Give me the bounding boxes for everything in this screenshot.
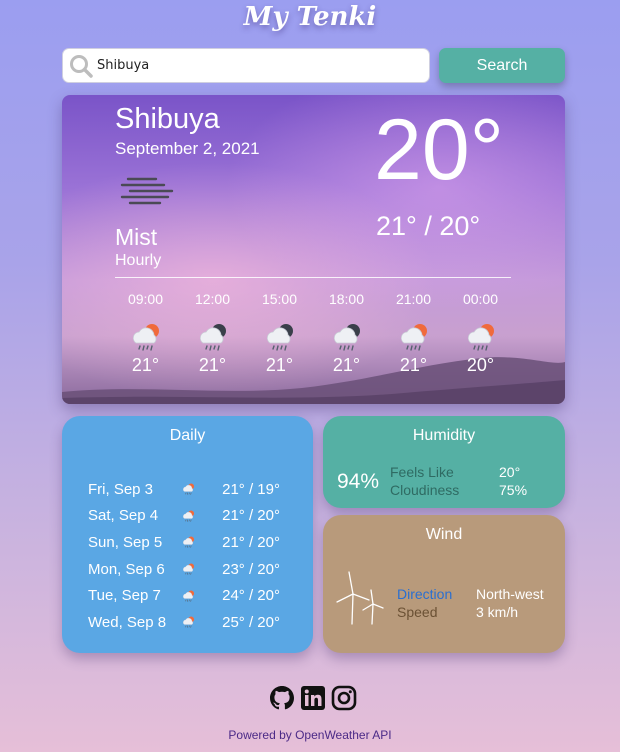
- hourly-item: 09:00 21°: [112, 291, 179, 376]
- humidity-card: Humidity 94% Feels Like Cloudiness 20° 7…: [323, 416, 565, 508]
- mist-icon: [120, 177, 174, 205]
- hourly-forecast: 09:00 21° 12:00 21° 15:00 21° 18:00 21° …: [112, 291, 532, 376]
- hour-time: 18:00: [328, 291, 365, 307]
- daily-card: Daily Fri, Sep 3 21° / 19° Sat, Sep 4 21…: [62, 416, 313, 653]
- powered-by-text: Powered by OpenWeather API: [228, 728, 392, 742]
- speed-label: Speed: [397, 604, 438, 620]
- city-name: Shibuya: [115, 103, 220, 135]
- hour-time: 15:00: [261, 291, 298, 307]
- rain-sun-icon: [181, 534, 196, 550]
- rain-night-icon: [262, 319, 298, 355]
- search-button[interactable]: Search: [439, 48, 565, 83]
- github-icon[interactable]: [268, 684, 296, 712]
- daily-row: Wed, Sep 8 25° / 20°: [88, 609, 298, 636]
- search-box[interactable]: [62, 48, 430, 83]
- rain-sun-icon: [128, 319, 164, 355]
- daily-title: Daily: [169, 427, 206, 444]
- hourly-item: 15:00 21°: [246, 291, 313, 376]
- current-date: September 2, 2021: [115, 139, 260, 158]
- current-temperature: 20°: [374, 102, 505, 198]
- daily-day: Fri, Sep 3: [88, 480, 154, 498]
- wind-title: Wind: [425, 526, 463, 543]
- daily-range: 24° / 20°: [222, 587, 280, 605]
- rain-sun-icon: [181, 508, 196, 524]
- search-input[interactable]: [97, 58, 417, 73]
- cloudiness-label: Cloudiness: [390, 482, 460, 498]
- feels-like-label: Feels Like: [390, 464, 454, 480]
- daily-range: 25° / 20°: [222, 613, 280, 631]
- current-weather-panel: Shibuya September 2, 2021 Mist Hourly 20…: [62, 95, 565, 404]
- daily-range: 21° / 20°: [222, 507, 280, 525]
- search-icon: [70, 54, 93, 78]
- hourly-item: 12:00 21°: [179, 291, 246, 376]
- hour-temp: 21°: [265, 355, 294, 375]
- instagram-icon[interactable]: [330, 684, 358, 712]
- rain-sun-icon: [181, 481, 196, 497]
- direction-label: Direction: [397, 586, 453, 602]
- wind-turbine-icon: [336, 571, 384, 625]
- wind-card: Wind Direction Speed North-west 3 km/h: [323, 515, 565, 653]
- hourly-label: Hourly: [115, 252, 162, 269]
- daily-range: 23° / 20°: [222, 560, 280, 578]
- app-title: My Tenki: [243, 2, 377, 32]
- rain-night-icon: [195, 319, 231, 355]
- humidity-value: 94%: [337, 470, 380, 493]
- hourly-item: 00:00 20°: [447, 291, 514, 376]
- daily-day: Mon, Sep 6: [88, 560, 165, 578]
- daily-row: Fri, Sep 3 21° / 19°: [88, 476, 298, 503]
- hourly-item: 21:00 21°: [380, 291, 447, 376]
- divider: [115, 277, 511, 278]
- rain-sun-icon: [463, 319, 499, 355]
- hourly-item: 18:00 21°: [313, 291, 380, 376]
- daily-day: Tue, Sep 7: [88, 587, 161, 605]
- daily-day: Sat, Sep 4: [88, 507, 159, 525]
- daily-range: 21° / 20°: [222, 533, 280, 551]
- daily-day: Sun, Sep 5: [88, 533, 163, 551]
- rain-sun-icon: [181, 588, 196, 604]
- daily-row: Tue, Sep 7 24° / 20°: [88, 582, 298, 609]
- hour-temp: 20°: [466, 355, 495, 375]
- rain-sun-icon: [396, 319, 432, 355]
- hour-time: 00:00: [462, 291, 499, 307]
- wind-values: North-west 3 km/h: [476, 585, 544, 621]
- hour-temp: 21°: [399, 355, 428, 375]
- social-links: [268, 684, 358, 712]
- rain-sun-icon: [181, 561, 196, 577]
- daily-range: 21° / 19°: [222, 480, 280, 498]
- cloudiness-value: 75%: [499, 482, 528, 498]
- daily-day: Wed, Sep 8: [88, 613, 167, 631]
- daily-row: Sat, Sep 4 21° / 20°: [88, 503, 298, 530]
- humidity-title: Humidity: [412, 427, 476, 444]
- rain-night-icon: [329, 319, 365, 355]
- linkedin-icon[interactable]: [299, 684, 327, 712]
- daily-list: Fri, Sep 3 21° / 19° Sat, Sep 4 21° / 20…: [88, 476, 298, 636]
- hour-temp: 21°: [131, 355, 160, 375]
- feels-like-value: 20°: [499, 464, 521, 480]
- speed-value: 3 km/h: [476, 604, 519, 620]
- rain-sun-icon: [181, 614, 196, 630]
- hour-time: 21:00: [395, 291, 432, 307]
- daily-row: Sun, Sep 5 21° / 20°: [88, 529, 298, 556]
- hour-temp: 21°: [198, 355, 227, 375]
- humidity-values: 20° 75%: [499, 463, 527, 499]
- direction-value: North-west: [476, 586, 544, 602]
- daily-row: Mon, Sep 6 23° / 20°: [88, 556, 298, 583]
- hour-time: 09:00: [127, 291, 164, 307]
- hour-temp: 21°: [332, 355, 361, 375]
- wind-labels: Direction Speed: [397, 585, 452, 621]
- weather-condition: Mist: [115, 224, 158, 250]
- humidity-labels: Feels Like Cloudiness: [390, 463, 459, 499]
- hour-time: 12:00: [194, 291, 231, 307]
- temperature-range: 21° / 20°: [376, 211, 481, 241]
